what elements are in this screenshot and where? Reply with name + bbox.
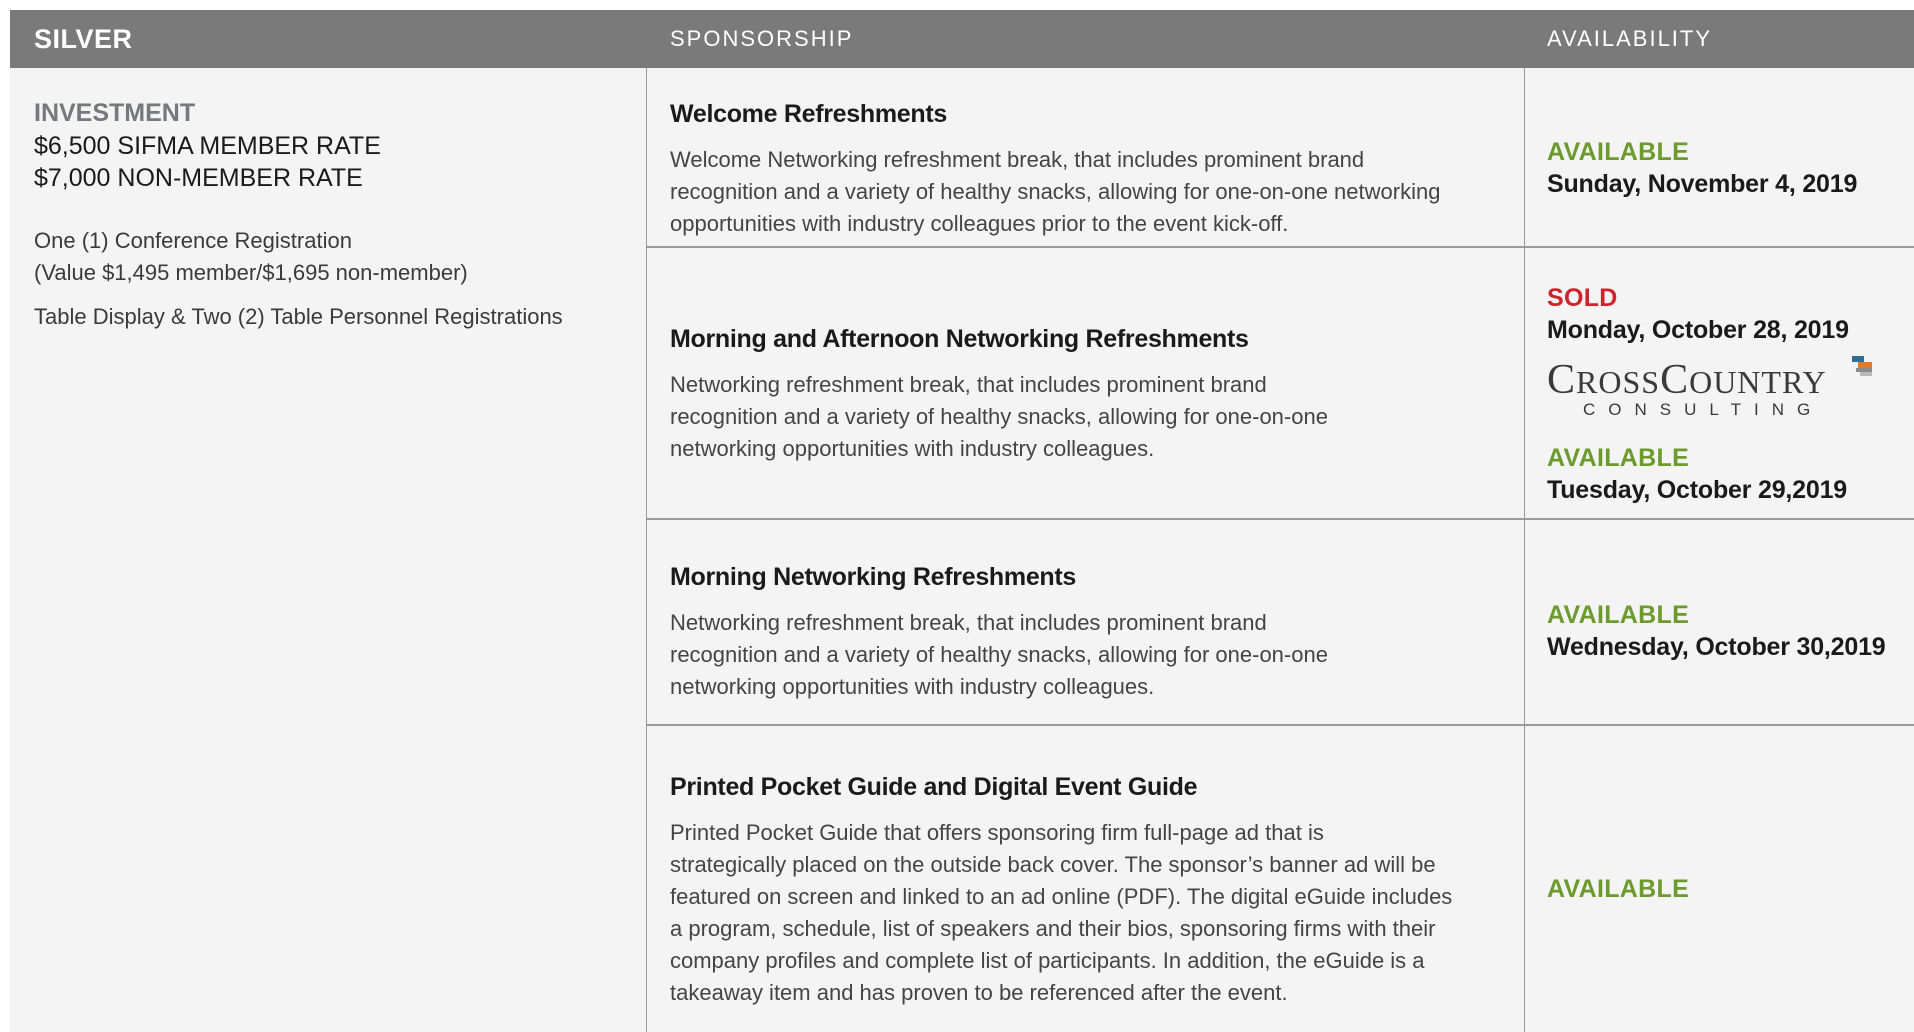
logo-mark-icon [1852, 356, 1872, 376]
investment-label: INVESTMENT [34, 99, 196, 127]
event-date: Tuesday, October 29,2019 [1547, 476, 1847, 504]
sponsorship-description: Welcome Networking refreshment break, th… [670, 147, 1441, 236]
sponsorship-title: Morning Networking Refreshments [670, 563, 1077, 591]
sponsorship-title: Morning and Afternoon Networking Refresh… [670, 325, 1249, 353]
logo-subtitle: CONSULTING [1583, 400, 1824, 419]
status-badge: AVAILABLE [1547, 601, 1690, 629]
sponsorship-table: SILVER SPONSORSHIP AVAILABILITY INVESTME… [10, 10, 1914, 1032]
member-rate: $6,500 SIFMA MEMBER RATE [34, 132, 381, 160]
crosscountry-consulting-logo: CROSSCOUNTRY CONSULTING [1547, 356, 1877, 426]
tier-heading: SILVER [34, 24, 133, 54]
table-header: SILVER SPONSORSHIP AVAILABILITY [10, 10, 1914, 68]
event-date: Sunday, November 4, 2019 [1547, 170, 1858, 198]
event-date: Wednesday, October 30,2019 [1547, 633, 1886, 661]
sponsorship-description: Printed Pocket Guide that offers sponsor… [670, 820, 1453, 1005]
status-badge: SOLD [1547, 284, 1618, 312]
logo-wordmark: CROSSCOUNTRY [1547, 357, 1827, 403]
availability-column-heading: AVAILABILITY [1547, 26, 1713, 51]
row-divider [646, 518, 1914, 520]
sponsorship-title: Printed Pocket Guide and Digital Event G… [670, 773, 1198, 801]
sponsorship-description: Networking refreshment break, that inclu… [670, 610, 1328, 699]
event-date: Monday, October 28, 2019 [1547, 316, 1849, 344]
registration-benefit: One (1) Conference Registration [34, 228, 352, 253]
sponsorship-column-heading: SPONSORSHIP [670, 26, 854, 51]
sponsorship-description: Networking refreshment break, that inclu… [670, 372, 1328, 461]
status-badge: AVAILABLE [1547, 875, 1690, 903]
status-badge: AVAILABLE [1547, 444, 1690, 472]
investment-column [10, 68, 646, 1032]
non-member-rate: $7,000 NON-MEMBER RATE [34, 164, 363, 192]
sponsorship-title: Welcome Refreshments [670, 100, 947, 128]
row-divider [646, 724, 1914, 726]
row-divider [646, 246, 1914, 248]
registration-value: (Value $1,495 member/$1,695 non-member) [34, 260, 468, 285]
status-badge: AVAILABLE [1547, 138, 1690, 166]
table-display-benefit: Table Display & Two (2) Table Personnel … [34, 304, 563, 329]
